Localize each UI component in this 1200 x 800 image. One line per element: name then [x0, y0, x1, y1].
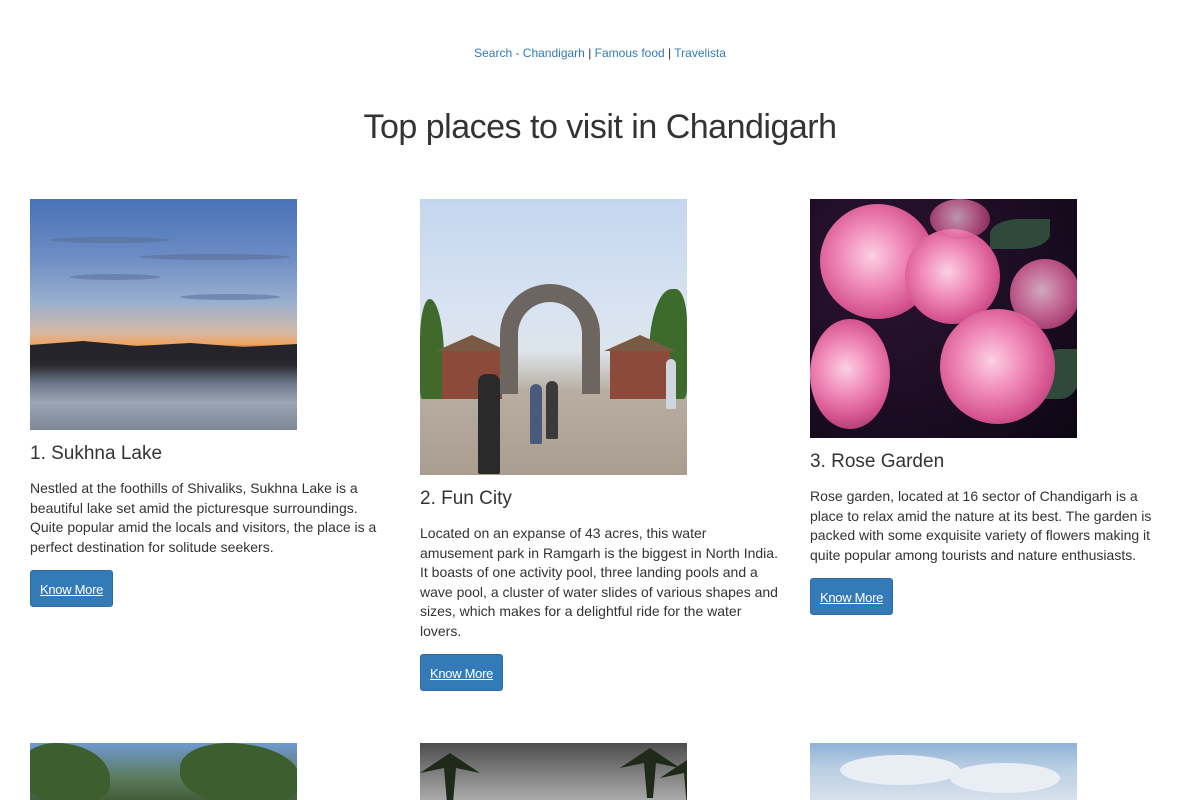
fun-city-photo	[420, 199, 687, 475]
place-photo-5	[420, 743, 687, 800]
place-photo-4	[30, 743, 297, 800]
sukhna-lake-photo	[30, 199, 297, 430]
nav-separator: |	[668, 46, 672, 60]
place-card-sukhna-lake: 1. Sukhna Lake Nestled at the foothills …	[30, 199, 390, 607]
nav-link-famous-food[interactable]: Famous food	[595, 46, 665, 60]
know-more-button[interactable]: Know More	[30, 570, 114, 607]
know-more-button[interactable]: Know More	[420, 654, 504, 691]
know-more-button[interactable]: Know More	[810, 578, 894, 615]
place-description: Located on an expanse of 43 acres, this …	[420, 525, 778, 639]
rose-garden-photo	[810, 199, 1077, 438]
page-title: Top places to visit in Chandigarh	[363, 108, 838, 146]
place-photo-6	[810, 743, 1077, 800]
place-description: Rose garden, located at 16 sector of Cha…	[810, 488, 1152, 563]
place-title: 3. Rose Garden	[810, 451, 945, 472]
place-description: Nestled at the foothills of Shivaliks, S…	[30, 480, 377, 555]
place-card-rose-garden: 3. Rose Garden Rose garden, located at 1…	[810, 199, 1170, 615]
nav-link-search-chandigarh[interactable]: Search - Chandigarh	[474, 46, 585, 60]
place-title: 1. Sukhna Lake	[30, 443, 163, 464]
top-nav: Search - Chandigarh | Famous food | Trav…	[0, 46, 1200, 60]
nav-separator: |	[588, 46, 592, 60]
nav-link-travelista[interactable]: Travelista	[674, 46, 726, 60]
place-title: 2. Fun City	[420, 488, 512, 509]
place-card-fun-city: 2. Fun City Located on an expanse of 43 …	[420, 199, 780, 691]
